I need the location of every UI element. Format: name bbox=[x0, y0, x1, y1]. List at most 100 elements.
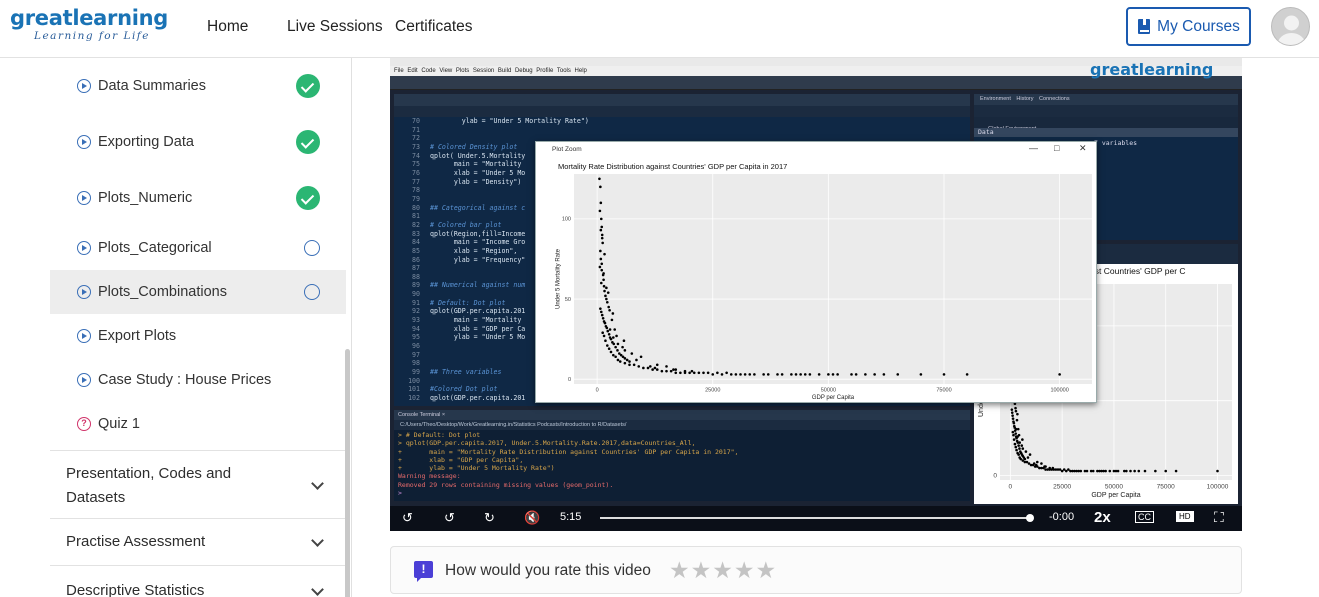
chevron-down-icon bbox=[311, 583, 324, 596]
data-point bbox=[1164, 469, 1168, 473]
data-point bbox=[965, 373, 969, 376]
lesson-item[interactable]: Export Plots bbox=[50, 314, 346, 358]
progress-handle[interactable] bbox=[1026, 514, 1034, 522]
code-text: qplot(GDP.per.capita.201 bbox=[430, 307, 526, 316]
data-point bbox=[613, 328, 616, 331]
star-icon[interactable]: ★ bbox=[756, 557, 778, 583]
replay-10-icon[interactable]: ↺ bbox=[444, 510, 455, 526]
chevron-down-icon bbox=[311, 534, 324, 547]
logo-wordmark: greatlearning bbox=[10, 6, 169, 30]
data-point bbox=[660, 369, 664, 373]
lesson-item-active[interactable]: Plots_Combinations bbox=[50, 270, 346, 314]
code-text: ylab = "Frequency" bbox=[430, 255, 526, 264]
data-point bbox=[611, 312, 615, 315]
data-point bbox=[651, 368, 654, 371]
data-point bbox=[1104, 469, 1107, 473]
star-icon[interactable]: ★ bbox=[691, 557, 713, 583]
plot-zoom-title: Plot Zoom bbox=[552, 146, 582, 153]
fullscreen-icon[interactable]: ⛶ bbox=[1214, 509, 1224, 526]
data-point bbox=[1108, 469, 1112, 473]
data-point bbox=[1028, 453, 1032, 456]
data-point bbox=[665, 365, 668, 368]
module-header[interactable]: Practise Assessment bbox=[50, 518, 346, 564]
data-point bbox=[601, 331, 604, 335]
lesson-item[interactable]: Plots_Categorical bbox=[50, 226, 346, 270]
code-text: qplot( Under.5.Mortality bbox=[430, 151, 526, 160]
nav-live-sessions[interactable]: Live Sessions bbox=[287, 18, 383, 36]
data-point bbox=[1021, 438, 1024, 441]
data-point bbox=[679, 371, 682, 375]
captions-icon[interactable]: CC bbox=[1135, 511, 1154, 523]
data-point bbox=[608, 308, 611, 312]
rewind-icon[interactable]: ↺ bbox=[402, 510, 413, 526]
avatar[interactable] bbox=[1271, 7, 1310, 46]
code-text: #Colored Dot plot bbox=[430, 385, 498, 394]
data-point bbox=[637, 365, 641, 368]
data-point bbox=[642, 366, 645, 370]
data-point bbox=[655, 363, 659, 367]
data-point bbox=[711, 373, 715, 376]
data-point bbox=[1137, 469, 1141, 473]
close-icon[interactable]: ✕ bbox=[1079, 143, 1087, 154]
progress-bar[interactable] bbox=[600, 517, 1030, 519]
data-point bbox=[1011, 414, 1014, 417]
video-player[interactable]: File Edit Code View Plots Session Build … bbox=[390, 58, 1242, 531]
playback-speed-button[interactable]: 2x bbox=[1094, 509, 1111, 526]
lesson-item[interactable]: Plots_Numeric bbox=[50, 176, 346, 220]
environment-toolbar bbox=[974, 105, 1238, 117]
data-point bbox=[1051, 466, 1055, 470]
module-header[interactable]: Descriptive Statistics bbox=[50, 565, 346, 597]
data-point bbox=[600, 313, 604, 317]
data-point bbox=[1011, 430, 1015, 434]
module-title: Practise Assessment bbox=[66, 533, 206, 550]
data-point bbox=[600, 225, 604, 229]
data-point bbox=[601, 241, 604, 245]
hd-quality-icon[interactable]: HD bbox=[1176, 511, 1194, 522]
data-point bbox=[1129, 469, 1132, 473]
lesson-item[interactable]: ? Quiz 1 bbox=[50, 402, 346, 446]
my-courses-button[interactable]: My Courses bbox=[1126, 7, 1251, 46]
console-path: C:/Users/Theo/Desktop/Work/Greatlearning… bbox=[394, 420, 970, 430]
data-point bbox=[919, 373, 923, 376]
data-point bbox=[1015, 418, 1019, 422]
data-point bbox=[882, 373, 886, 376]
my-courses-label: My Courses bbox=[1157, 17, 1240, 35]
data-point bbox=[1043, 465, 1046, 468]
data-point bbox=[734, 373, 738, 376]
sidebar-scrollbar[interactable] bbox=[345, 349, 350, 597]
star-icon[interactable]: ★ bbox=[669, 557, 691, 583]
data-point bbox=[665, 369, 668, 373]
line-number: 93 bbox=[412, 316, 420, 325]
data-point bbox=[794, 373, 798, 376]
module-title: Descriptive Statistics bbox=[66, 582, 205, 597]
data-point bbox=[621, 345, 624, 349]
play-icon bbox=[77, 329, 91, 343]
star-icon[interactable]: ★ bbox=[712, 557, 734, 583]
lesson-item[interactable]: Data Summaries bbox=[50, 64, 346, 108]
line-number: 99 bbox=[412, 368, 420, 377]
greatlearning-logo[interactable]: greatlearning Learning for Life bbox=[10, 6, 168, 42]
nav-home[interactable]: Home bbox=[207, 18, 248, 36]
data-point bbox=[612, 342, 616, 346]
data-point bbox=[606, 291, 610, 294]
console-pane: Console Terminal × C:/Users/Theo/Desktop… bbox=[394, 410, 970, 501]
maximize-icon[interactable]: □ bbox=[1054, 143, 1059, 153]
minimize-icon[interactable]: — bbox=[1029, 143, 1038, 153]
plot-zoom-window: Plot Zoom — □ ✕ Mortality Rate Distribut… bbox=[535, 141, 1097, 403]
lesson-item[interactable]: Case Study : House Prices bbox=[50, 358, 346, 402]
lesson-label: Case Study : House Prices bbox=[98, 372, 272, 388]
lesson-item[interactable]: Exporting Data bbox=[50, 120, 346, 164]
rating-stars[interactable]: ★★★★★ bbox=[669, 557, 777, 584]
data-point bbox=[608, 328, 612, 331]
data-point bbox=[616, 342, 620, 346]
data-point bbox=[799, 373, 802, 376]
line-number: 71 bbox=[412, 125, 420, 134]
star-icon[interactable]: ★ bbox=[734, 557, 756, 583]
data-point bbox=[896, 373, 900, 376]
mute-icon[interactable]: 🔇 bbox=[524, 510, 540, 526]
module-header[interactable]: Presentation, Codes and Datasets bbox=[50, 450, 346, 517]
nav-certificates[interactable]: Certificates bbox=[395, 18, 473, 36]
line-number: 91 bbox=[412, 298, 420, 307]
forward-10-icon[interactable]: ↻ bbox=[484, 510, 495, 526]
x-tick-label: 75000 bbox=[936, 388, 951, 394]
